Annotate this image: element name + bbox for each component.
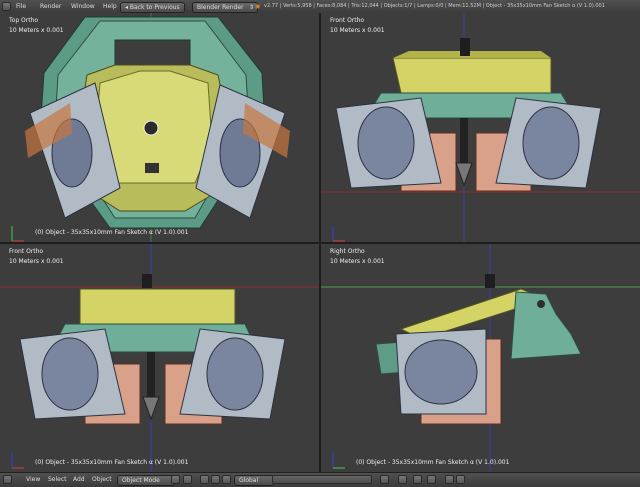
viewport-object-name: (0) Object - 35x35x10mm Fan Sketch α (V …	[356, 459, 510, 466]
model-front-view-2	[0, 244, 319, 472]
render-engine-value: Blender Render	[197, 4, 244, 11]
scene-stats: v2.77 | Verts:5,958 | Faces:8,084 | Tris…	[264, 3, 605, 9]
viewport-right-ortho[interactable]: Right Ortho 10 Meters x 0.001 (0) Object…	[321, 244, 640, 472]
manipulator-icon[interactable]	[200, 475, 209, 484]
viewport-title: Front Ortho	[330, 17, 365, 24]
viewport-title: Top Ortho	[9, 17, 39, 24]
menu-window[interactable]: Window	[71, 2, 95, 11]
model-right-view	[321, 244, 640, 472]
viewport-scale: 10 Meters x 0.001	[330, 258, 385, 265]
viewport-front-ortho-1[interactable]: Front Ortho 10 Meters x 0.001	[321, 13, 640, 242]
menu-add[interactable]: Add	[73, 475, 85, 484]
viewport-object-name: (0) Object - 35x35x10mm Fan Sketch α (V …	[35, 229, 189, 236]
proportional-edit-icon[interactable]	[398, 475, 407, 484]
menu-render[interactable]: Render	[40, 2, 61, 11]
object-mode-dropdown[interactable]: Object Mode	[117, 475, 175, 486]
viewport-scale: 10 Meters x 0.001	[330, 27, 385, 34]
menu-file[interactable]: File	[16, 2, 26, 11]
editor-type-icon[interactable]	[3, 475, 12, 484]
render-engine-dropdown[interactable]: Blender Render ⇕	[192, 2, 258, 13]
back-to-previous-button[interactable]: ◂ Back to Previous	[120, 2, 185, 13]
info-header: File Render Window Help ◂ Back to Previo…	[0, 0, 640, 14]
menu-select[interactable]: Select	[48, 475, 67, 484]
viewport-top-ortho[interactable]: Top Ortho 10 Meters x 0.001 (0) Object -…	[0, 13, 319, 242]
viewport-object-name: (0) Object - 35x35x10mm Fan Sketch α (V …	[35, 459, 189, 466]
dropdown-arrow-icon: ⇕	[248, 4, 254, 11]
layer-buttons[interactable]	[272, 475, 372, 484]
pivot-point-icon[interactable]	[183, 475, 192, 484]
snap-target-icon[interactable]	[427, 475, 436, 484]
menu-view[interactable]: View	[26, 475, 40, 484]
viewport-title: Right Ortho	[330, 248, 365, 255]
blender-logo-icon: ◉	[255, 3, 261, 10]
view3d-header: View Select Add Object Object Mode Globa…	[0, 472, 640, 487]
viewport-area: Top Ortho 10 Meters x 0.001 (0) Object -…	[0, 13, 640, 472]
viewport-title: Front Ortho	[9, 248, 44, 255]
viewport-scale: 10 Meters x 0.001	[9, 27, 64, 34]
snap-icon[interactable]	[413, 475, 422, 484]
menu-help[interactable]: Help	[103, 2, 117, 11]
object-mode-value: Object Mode	[122, 477, 160, 484]
viewport-scale: 10 Meters x 0.001	[9, 258, 64, 265]
orientation-value: Global	[239, 477, 259, 484]
info-editor-icon[interactable]	[2, 2, 11, 11]
render-preview-icon[interactable]	[445, 475, 454, 484]
lock-camera-icon[interactable]	[380, 475, 389, 484]
viewport-shading-icon[interactable]	[171, 475, 180, 484]
back-to-previous-label: Back to Previous	[129, 4, 180, 11]
opengl-render-icon[interactable]	[456, 475, 465, 484]
rotate-icon[interactable]	[222, 475, 231, 484]
model-front-view-1	[321, 13, 640, 242]
model-top-view	[11, 13, 290, 242]
orientation-dropdown[interactable]: Global	[234, 475, 274, 486]
menu-object[interactable]: Object	[92, 475, 112, 484]
translate-icon[interactable]	[211, 475, 220, 484]
viewport-front-ortho-2[interactable]: Front Ortho 10 Meters x 0.001 (0) Object…	[0, 244, 319, 472]
